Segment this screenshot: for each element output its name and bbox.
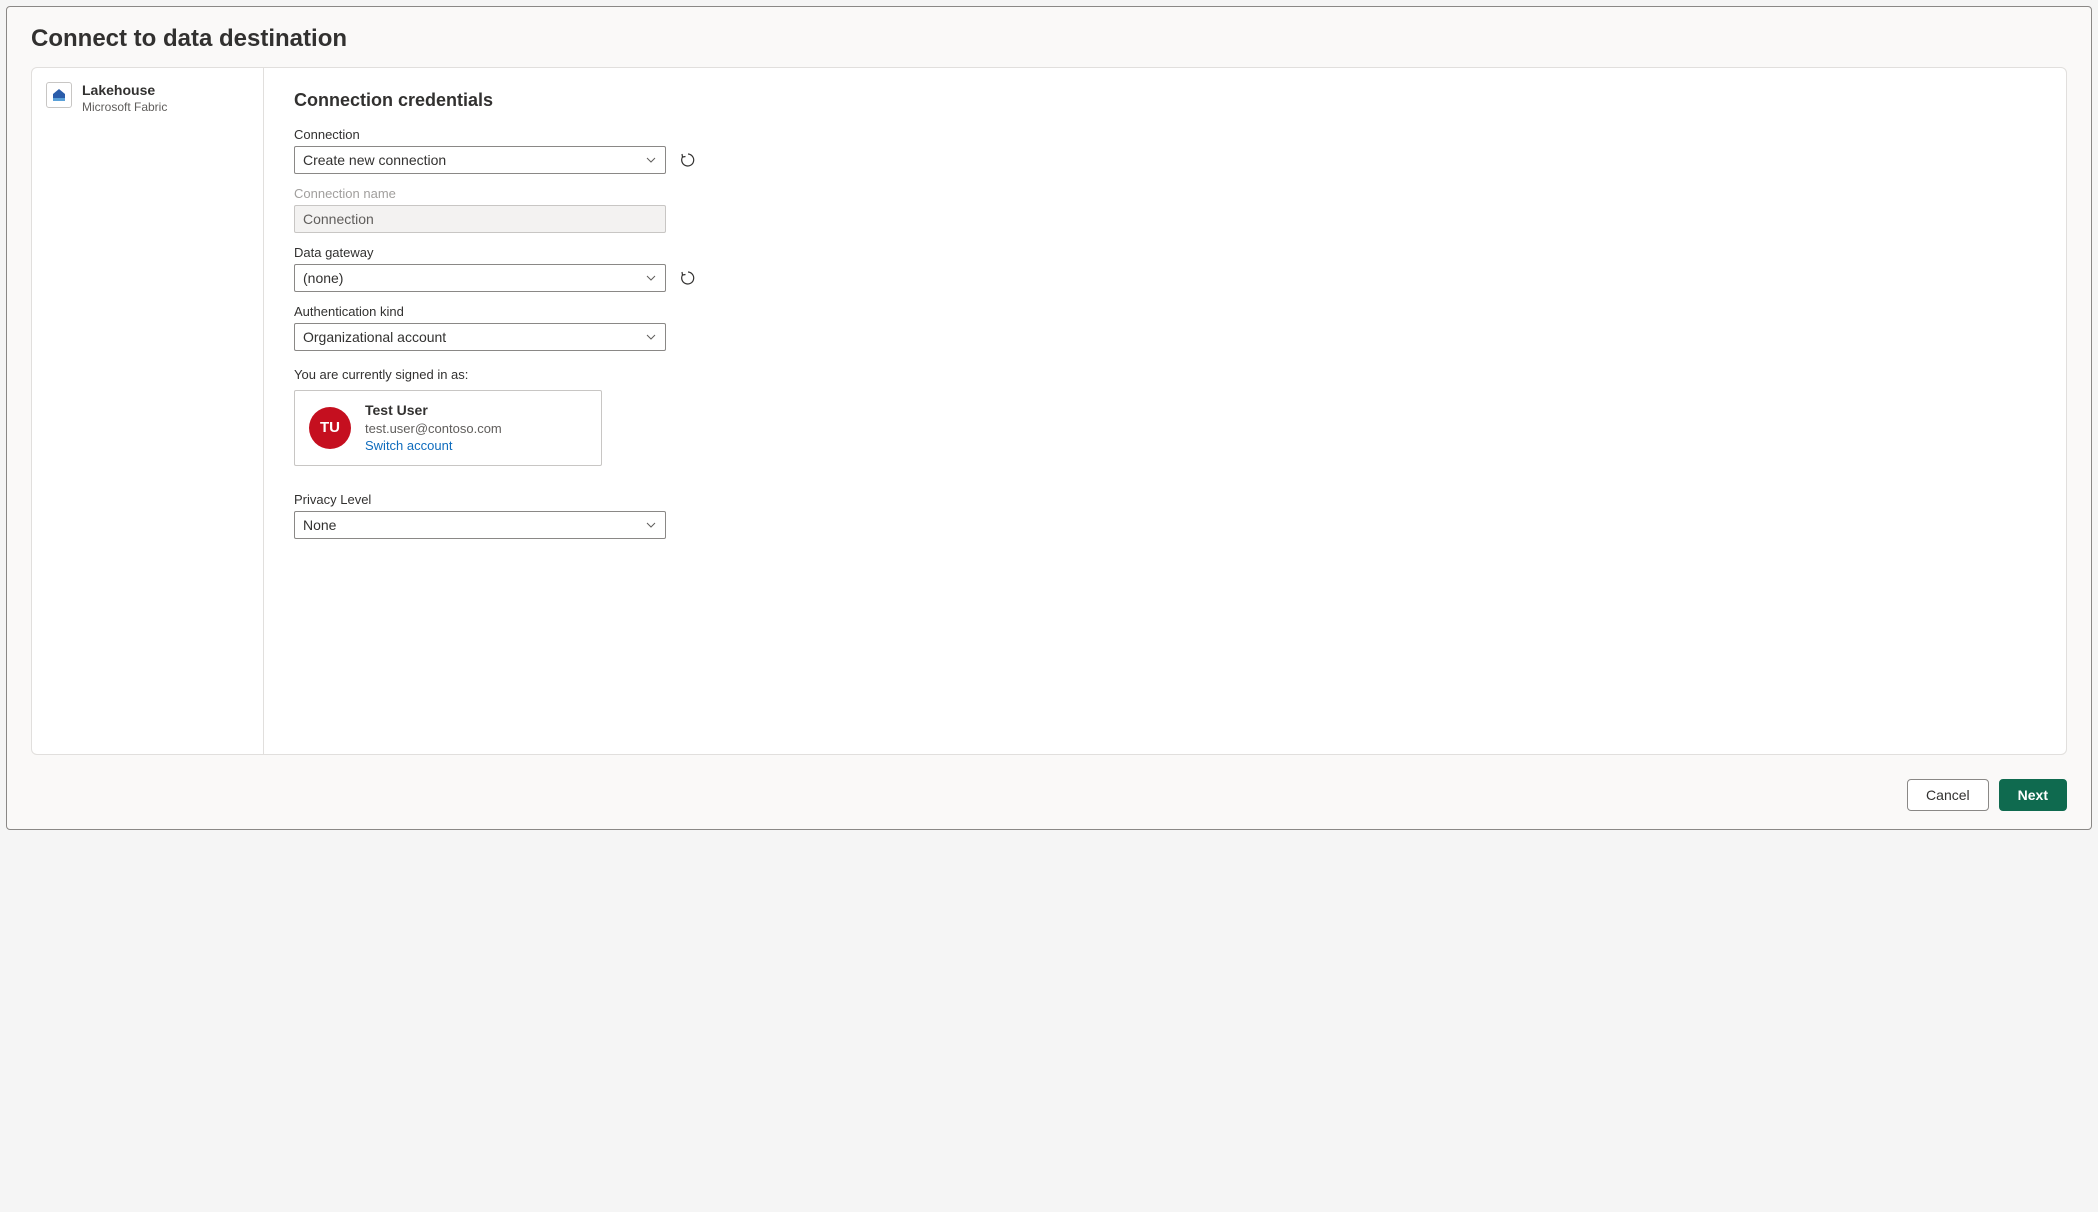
connection-name-label: Connection name (294, 186, 2036, 201)
dialog-header: Connect to data destination (7, 7, 2091, 67)
field-connection: Connection Create new connection (294, 127, 2036, 174)
content-card: Lakehouse Microsoft Fabric Connection cr… (31, 67, 2067, 755)
connection-name-input[interactable]: Connection (294, 205, 666, 233)
section-title: Connection credentials (294, 90, 2036, 111)
connection-value: Create new connection (303, 152, 446, 168)
sidebar-text: Lakehouse Microsoft Fabric (82, 82, 167, 115)
auth-kind-value: Organizational account (303, 329, 446, 345)
chevron-down-icon (645, 519, 657, 531)
refresh-icon (680, 152, 696, 168)
user-email: test.user@contoso.com (365, 420, 502, 438)
data-gateway-select[interactable]: (none) (294, 264, 666, 292)
avatar: TU (309, 407, 351, 449)
auth-kind-select[interactable]: Organizational account (294, 323, 666, 351)
privacy-value: None (303, 517, 336, 533)
dialog-title: Connect to data destination (31, 25, 2067, 53)
connect-dialog: Connect to data destination Lakehouse Mi… (6, 6, 2092, 830)
sidebar-item-lakehouse[interactable]: Lakehouse Microsoft Fabric (46, 82, 249, 115)
main-panel: Connection credentials Connection Create… (264, 68, 2066, 754)
auth-kind-label: Authentication kind (294, 304, 2036, 319)
connection-select[interactable]: Create new connection (294, 146, 666, 174)
privacy-label: Privacy Level (294, 492, 2036, 507)
chevron-down-icon (645, 154, 657, 166)
cancel-button[interactable]: Cancel (1907, 779, 1989, 811)
field-privacy-level: Privacy Level None (294, 492, 2036, 539)
connection-name-placeholder: Connection (303, 211, 374, 227)
field-data-gateway: Data gateway (none) (294, 245, 2036, 292)
lakehouse-icon (46, 82, 72, 108)
field-auth-kind: Authentication kind Organizational accou… (294, 304, 2036, 351)
next-button[interactable]: Next (1999, 779, 2067, 811)
user-info: Test User test.user@contoso.com Switch a… (365, 401, 502, 455)
data-gateway-value: (none) (303, 270, 343, 286)
user-name: Test User (365, 401, 502, 420)
refresh-icon (680, 270, 696, 286)
dialog-footer: Cancel Next (7, 767, 2091, 829)
sidebar-item-title: Lakehouse (82, 82, 167, 100)
user-card: TU Test User test.user@contoso.com Switc… (294, 390, 602, 466)
field-connection-name: Connection name Connection (294, 186, 2036, 233)
sidebar: Lakehouse Microsoft Fabric (32, 68, 264, 754)
chevron-down-icon (645, 272, 657, 284)
sidebar-item-subtitle: Microsoft Fabric (82, 100, 167, 115)
refresh-gateway-button[interactable] (678, 268, 698, 288)
chevron-down-icon (645, 331, 657, 343)
data-gateway-label: Data gateway (294, 245, 2036, 260)
refresh-connection-button[interactable] (678, 150, 698, 170)
switch-account-link[interactable]: Switch account (365, 437, 502, 455)
signed-in-label: You are currently signed in as: (294, 367, 2036, 382)
connection-label: Connection (294, 127, 2036, 142)
privacy-select[interactable]: None (294, 511, 666, 539)
